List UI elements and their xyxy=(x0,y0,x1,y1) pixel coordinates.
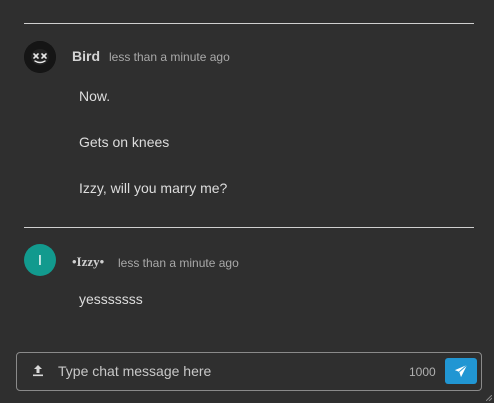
chat-composer: 1000 xyxy=(16,352,482,391)
username[interactable]: Bird xyxy=(72,48,100,64)
message-text: Gets on knees xyxy=(79,134,170,150)
username[interactable]: •Izzy• xyxy=(72,254,104,270)
message-text: yesssssss xyxy=(79,291,143,307)
chat-message-input[interactable] xyxy=(58,363,388,379)
send-button[interactable] xyxy=(445,358,477,384)
paper-plane-icon xyxy=(454,364,468,378)
upload-icon[interactable] xyxy=(30,363,46,379)
avatar[interactable]: I xyxy=(24,244,56,276)
message-divider xyxy=(24,23,474,24)
message-text: Now. xyxy=(79,88,111,104)
character-counter: 1000 xyxy=(409,365,436,379)
avatar[interactable] xyxy=(24,41,56,73)
avatar-letter: I xyxy=(37,251,43,269)
timestamp: less than a minute ago xyxy=(109,50,230,64)
timestamp: less than a minute ago xyxy=(118,256,239,270)
message-text: Izzy, will you marry me? xyxy=(79,180,228,196)
skull-face-icon xyxy=(24,41,56,73)
resize-handle-icon[interactable] xyxy=(486,395,492,401)
message-divider xyxy=(24,227,474,228)
chat-window: Bird less than a minute ago Now. Gets on… xyxy=(0,0,494,403)
